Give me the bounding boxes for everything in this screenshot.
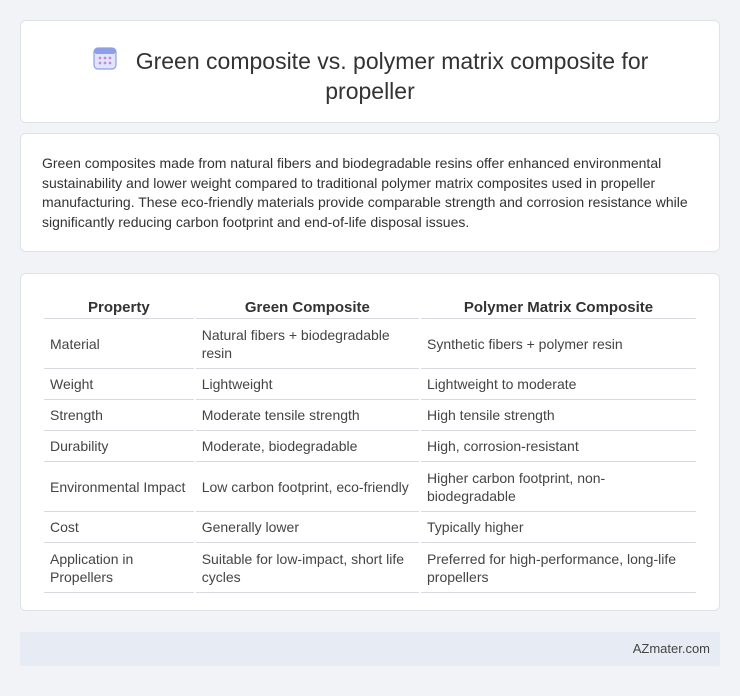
calendar-icon [93, 47, 117, 70]
cell-green: Lightweight [195, 369, 419, 400]
cell-polymer: High tensile strength [421, 400, 696, 431]
cell-polymer: Typically higher [421, 512, 696, 543]
comparison-card: Property Green Composite Polymer Matrix … [20, 273, 720, 611]
table-row: Cost Generally lower Typically higher [44, 512, 696, 543]
table-row: Application in Propellers Suitable for l… [44, 543, 696, 593]
intro-paragraph: Green composites made from natural fiber… [42, 155, 688, 230]
cell-green: Suitable for low-impact, short life cycl… [195, 543, 419, 593]
page-title: Green composite vs. polymer matrix compo… [135, 48, 649, 104]
comparison-table: Property Green Composite Polymer Matrix … [42, 295, 698, 593]
cell-green: Low carbon footprint, eco-friendly [195, 462, 419, 512]
cell-property: Material [44, 319, 194, 369]
cell-property: Application in Propellers [44, 543, 194, 593]
footer-brand-link[interactable]: AZmater.com [633, 641, 710, 656]
table-row: Environmental Impact Low carbon footprin… [44, 462, 696, 512]
table-row: Weight Lightweight Lightweight to modera… [44, 369, 696, 400]
cell-polymer: High, corrosion-resistant [421, 431, 696, 462]
cell-property: Durability [44, 431, 194, 462]
header-polymer-matrix-composite: Polymer Matrix Composite [421, 295, 696, 319]
cell-property: Cost [44, 512, 194, 543]
cell-polymer: Higher carbon footprint, non-biodegradab… [421, 462, 696, 512]
intro-card: Green composites made from natural fiber… [20, 133, 720, 252]
title-card: Green composite vs. polymer matrix compo… [20, 20, 720, 123]
table-row: Material Natural fibers + biodegradable … [44, 319, 696, 369]
cell-green: Generally lower [195, 512, 419, 543]
footer-bar: AZmater.com [20, 632, 720, 666]
table-header-row: Property Green Composite Polymer Matrix … [44, 295, 696, 319]
header-property: Property [44, 295, 194, 319]
table-row: Strength Moderate tensile strength High … [44, 400, 696, 431]
cell-green: Natural fibers + biodegradable resin [195, 319, 419, 369]
cell-property: Environmental Impact [44, 462, 194, 512]
cell-polymer: Synthetic fibers + polymer resin [421, 319, 696, 369]
cell-green: Moderate, biodegradable [195, 431, 419, 462]
cell-polymer: Lightweight to moderate [421, 369, 696, 400]
cell-property: Strength [44, 400, 194, 431]
page-title-wrap: Green composite vs. polymer matrix compo… [21, 45, 719, 106]
table-row: Durability Moderate, biodegradable High,… [44, 431, 696, 462]
header-green-composite: Green Composite [195, 295, 419, 319]
cell-green: Moderate tensile strength [195, 400, 419, 431]
cell-property: Weight [44, 369, 194, 400]
cell-polymer: Preferred for high-performance, long-lif… [421, 543, 696, 593]
